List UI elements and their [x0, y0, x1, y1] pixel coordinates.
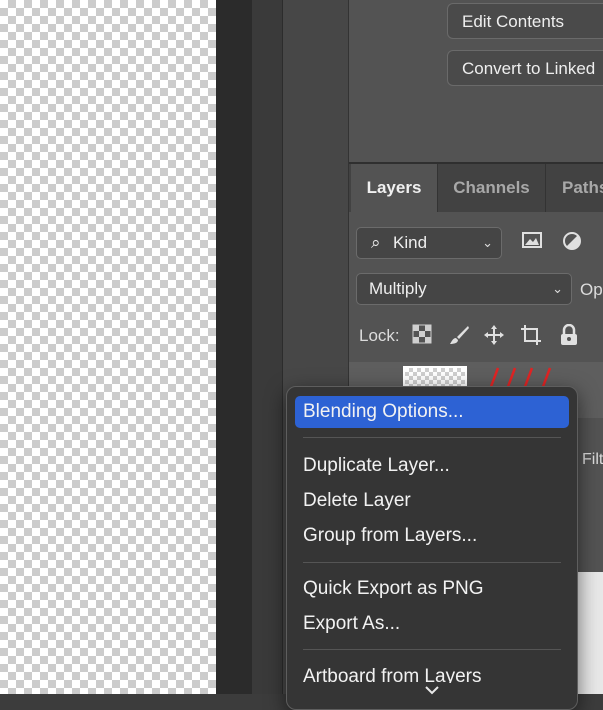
chevron-down-icon: ⌄ — [552, 281, 563, 296]
filter-kind-select[interactable]: ⌕ Kind ⌄ — [356, 227, 502, 259]
menu-item-group-from-layers[interactable]: Group from Layers... — [295, 520, 569, 552]
menu-separator — [303, 649, 561, 650]
tab-layers[interactable]: Layers — [351, 164, 437, 212]
filter-kind-label: Kind — [393, 233, 428, 252]
lock-image-pixels-brush-icon[interactable] — [447, 324, 471, 352]
menu-item-duplicate-layer[interactable]: Duplicate Layer... — [295, 450, 569, 482]
document-canvas[interactable] — [0, 0, 216, 710]
canvas-gutter — [216, 0, 252, 710]
lock-all-icon[interactable] — [557, 323, 581, 352]
menu-item-export-as[interactable]: Export As... — [295, 608, 569, 640]
menu-item-artboard-from-layers[interactable]: Artboard from Layers — [295, 661, 569, 683]
scroll-down-chevron-icon[interactable] — [287, 683, 577, 701]
blend-mode-select[interactable]: Multiply ⌄ — [356, 273, 572, 305]
menu-item-blending-options[interactable]: Blending Options... — [295, 396, 569, 428]
layer-context-menu: Blending Options... Duplicate Layer... D… — [286, 386, 578, 710]
right-light-strip — [578, 572, 603, 710]
chevron-down-icon: ⌄ — [482, 235, 493, 250]
adjustment-filter-icon[interactable] — [560, 230, 584, 258]
menu-separator — [303, 562, 561, 563]
menu-item-delete-layer[interactable]: Delete Layer — [295, 485, 569, 517]
edit-contents-button[interactable]: Edit Contents — [447, 3, 603, 39]
lock-transparent-pixels-icon[interactable] — [410, 324, 434, 350]
opacity-label: Op — [580, 280, 603, 299]
lock-position-move-icon[interactable] — [482, 324, 506, 352]
blend-mode-value: Multiply — [369, 279, 427, 298]
tab-channels[interactable]: Channels — [438, 164, 545, 212]
search-icon: ⌕ — [371, 233, 381, 252]
lock-artboard-icon[interactable] — [519, 324, 543, 352]
panel-dock-strip — [252, 0, 283, 710]
lock-label: Lock: — [359, 326, 400, 345]
menu-separator — [303, 437, 561, 438]
menu-item-quick-export-png[interactable]: Quick Export as PNG — [295, 573, 569, 605]
convert-to-linked-button[interactable]: Convert to Linked — [447, 50, 603, 86]
image-filter-icon[interactable] — [520, 230, 544, 256]
tab-paths[interactable]: Paths — [546, 164, 603, 212]
filter-side-label: Filt — [582, 451, 603, 468]
